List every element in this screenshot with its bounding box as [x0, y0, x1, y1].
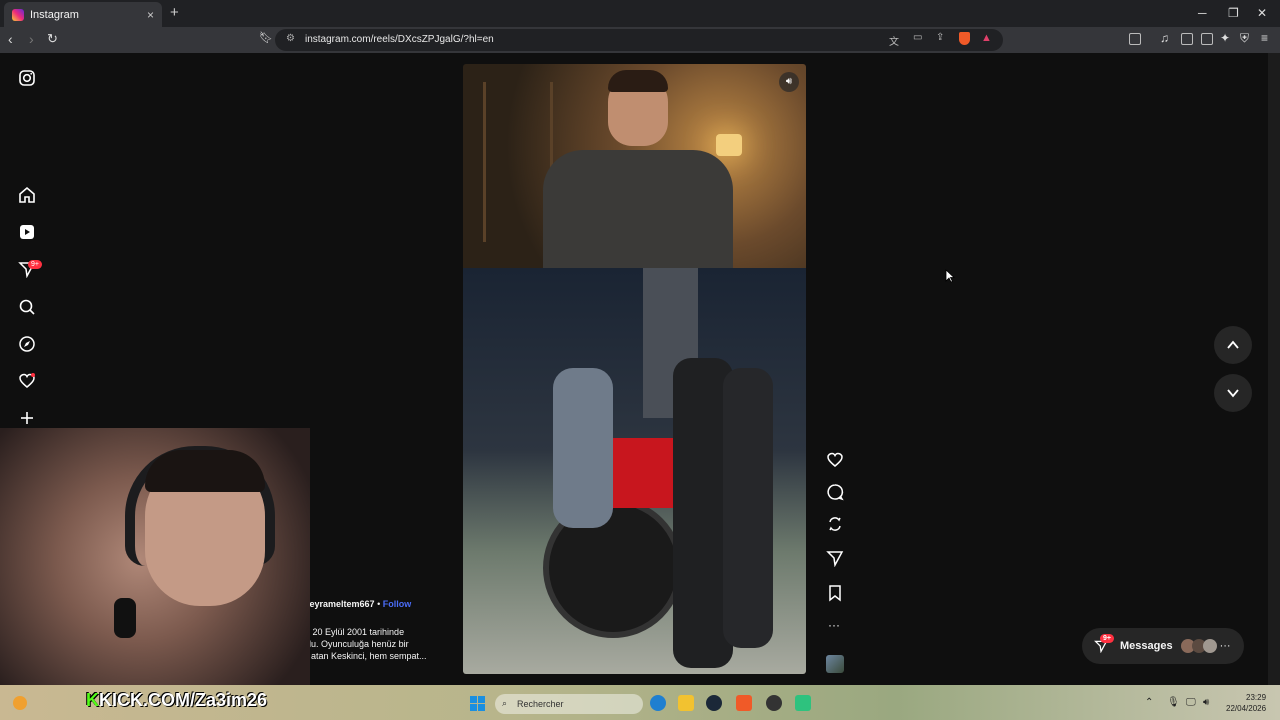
messages-more-icon: ··· [1219, 640, 1231, 652]
search-placeholder: Rechercher [517, 699, 564, 709]
instagram-logo-icon[interactable] [18, 69, 36, 87]
follow-button[interactable]: Follow [383, 599, 412, 609]
chevron-down-icon [1227, 389, 1239, 398]
media-icon[interactable]: ♫ [1160, 31, 1169, 45]
tab-title: Instagram [30, 8, 79, 21]
obs-icon[interactable] [766, 695, 782, 711]
app-icon[interactable] [795, 695, 811, 711]
translate-icon[interactable]: 文 [889, 33, 899, 48]
microphone-icon[interactable]: 🎙︎ [1167, 697, 1180, 708]
reel-video[interactable]: 🔊︎ [463, 64, 806, 674]
taskbar-clock[interactable]: 23:29 22/04/2026 [1226, 692, 1266, 714]
minimize-button[interactable]: ─ [1198, 6, 1207, 20]
kick-logo-icon: K [86, 690, 99, 710]
tab-close-icon[interactable]: × [147, 8, 154, 22]
reload-icon[interactable]: ↻ [47, 31, 58, 47]
mouse-cursor-icon [945, 269, 955, 283]
reels-icon[interactable] [18, 223, 36, 241]
search-icon: ⌕ [502, 698, 508, 708]
notifications-badge: 9+ [28, 260, 42, 269]
messages-badge: 9+ [1100, 634, 1114, 643]
vpn-icon[interactable]: ⛨ [1240, 31, 1249, 46]
wallet-icon[interactable] [1201, 33, 1213, 45]
caption-line: nci. 20 Eylül 2001 tarihinde [296, 627, 405, 637]
new-tab-button[interactable]: + [170, 4, 179, 21]
leo-ai-icon[interactable]: ✦ [1220, 31, 1230, 45]
search-icon[interactable] [18, 298, 36, 316]
repost-icon[interactable] [826, 515, 844, 533]
volume-tray-icon[interactable]: 🔊︎ [1203, 697, 1209, 708]
video-top-frame [463, 64, 806, 270]
webcam-overlay [0, 428, 310, 720]
person-figure [723, 368, 773, 648]
contact-avatar [1202, 639, 1217, 653]
instagram-favicon-icon [12, 8, 24, 21]
browser-tab-bar: Instagram × + ─ ❐ ✕ [0, 0, 1280, 27]
restore-button[interactable]: ❐ [1228, 6, 1239, 20]
save-icon[interactable] [826, 584, 844, 602]
messages-label: Messages [1120, 640, 1173, 652]
headset-mic-decor [114, 598, 136, 638]
weather-icon[interactable] [13, 696, 27, 710]
clock-time: 23:29 [1246, 693, 1267, 702]
stream-url: KICK.COM/Za3im26 [99, 690, 268, 710]
more-options-icon[interactable]: ··· [828, 618, 840, 632]
tray-chevron-icon[interactable]: ⌃ [1145, 697, 1153, 708]
next-reel-button[interactable] [1214, 374, 1252, 412]
clock-date: 22/04/2026 [1226, 704, 1267, 713]
presenter-shirt [543, 150, 733, 270]
audio-thumbnail[interactable] [826, 655, 844, 673]
share-icon[interactable] [826, 549, 844, 567]
stream-tag: KKICK.COM/Za3im26 [86, 690, 267, 711]
lamp-decor [716, 134, 742, 156]
home-icon[interactable] [18, 186, 36, 204]
volume-icon[interactable]: 🔊︎ [779, 72, 799, 92]
file-explorer-icon[interactable] [678, 695, 694, 711]
presenter-hair [608, 70, 668, 92]
taskbar-search[interactable]: ⌕ Rechercher [495, 694, 643, 714]
close-window-button[interactable]: ✕ [1257, 6, 1267, 20]
browser-tab[interactable]: Instagram × [4, 2, 162, 27]
heart-icon[interactable] [18, 372, 36, 390]
back-icon[interactable]: ‹ [8, 31, 13, 47]
steam-icon[interactable] [706, 695, 722, 711]
page-scrollbar[interactable] [1268, 53, 1280, 685]
streamer-hair [145, 450, 265, 492]
caption-line: am atan Keskinci, hem sempat... [296, 651, 427, 661]
address-bar[interactable]: ⚙︎ instagram.com/reels/DXcsZPJgalG/?hl=e… [275, 29, 1003, 51]
create-icon[interactable] [18, 409, 36, 427]
rider-figure [553, 368, 613, 528]
menu-icon[interactable]: ≡ [1261, 31, 1268, 45]
brave-shield-icon[interactable] [959, 32, 970, 45]
like-icon[interactable] [826, 451, 844, 469]
brave-icon[interactable] [736, 695, 752, 711]
network-icon[interactable]: 🖵︎ [1186, 697, 1196, 708]
chevron-up-icon [1227, 340, 1239, 349]
sidebar-icon[interactable] [1181, 33, 1193, 45]
bookmark-icon[interactable]: 🔖︎ [259, 31, 273, 44]
url-text[interactable]: instagram.com/reels/DXcsZPJgalG/?hl=en [305, 34, 494, 45]
brave-rewards-icon[interactable]: ▲ [981, 32, 992, 44]
explore-icon[interactable] [18, 335, 36, 353]
windows-start-icon[interactable] [470, 696, 485, 711]
share-icon[interactable]: ⇪ [936, 32, 944, 43]
messages-button[interactable]: 9+ Messages ··· [1082, 628, 1244, 664]
forward-icon[interactable]: › [29, 31, 34, 47]
reel-caption: umeyrameltem667 • Follow nci. 20 Eylül 2… [296, 598, 456, 662]
browser-toolbar: ‹ › ↻ 🔖︎ ⚙︎ instagram.com/reels/DXcsZPJg… [0, 27, 1280, 53]
previous-reel-button[interactable] [1214, 326, 1252, 364]
cast-icon[interactable]: ▭ [913, 32, 922, 43]
reader-mode-icon[interactable] [1129, 33, 1141, 45]
separator-dot: • [377, 599, 381, 609]
comment-icon[interactable] [826, 483, 844, 501]
caption-line: oğdu. Oyunculuğa henüz bir [296, 639, 409, 649]
video-bottom-frame [463, 268, 806, 674]
site-info-icon[interactable]: ⚙︎ [286, 33, 295, 44]
edge-icon[interactable] [650, 695, 666, 711]
